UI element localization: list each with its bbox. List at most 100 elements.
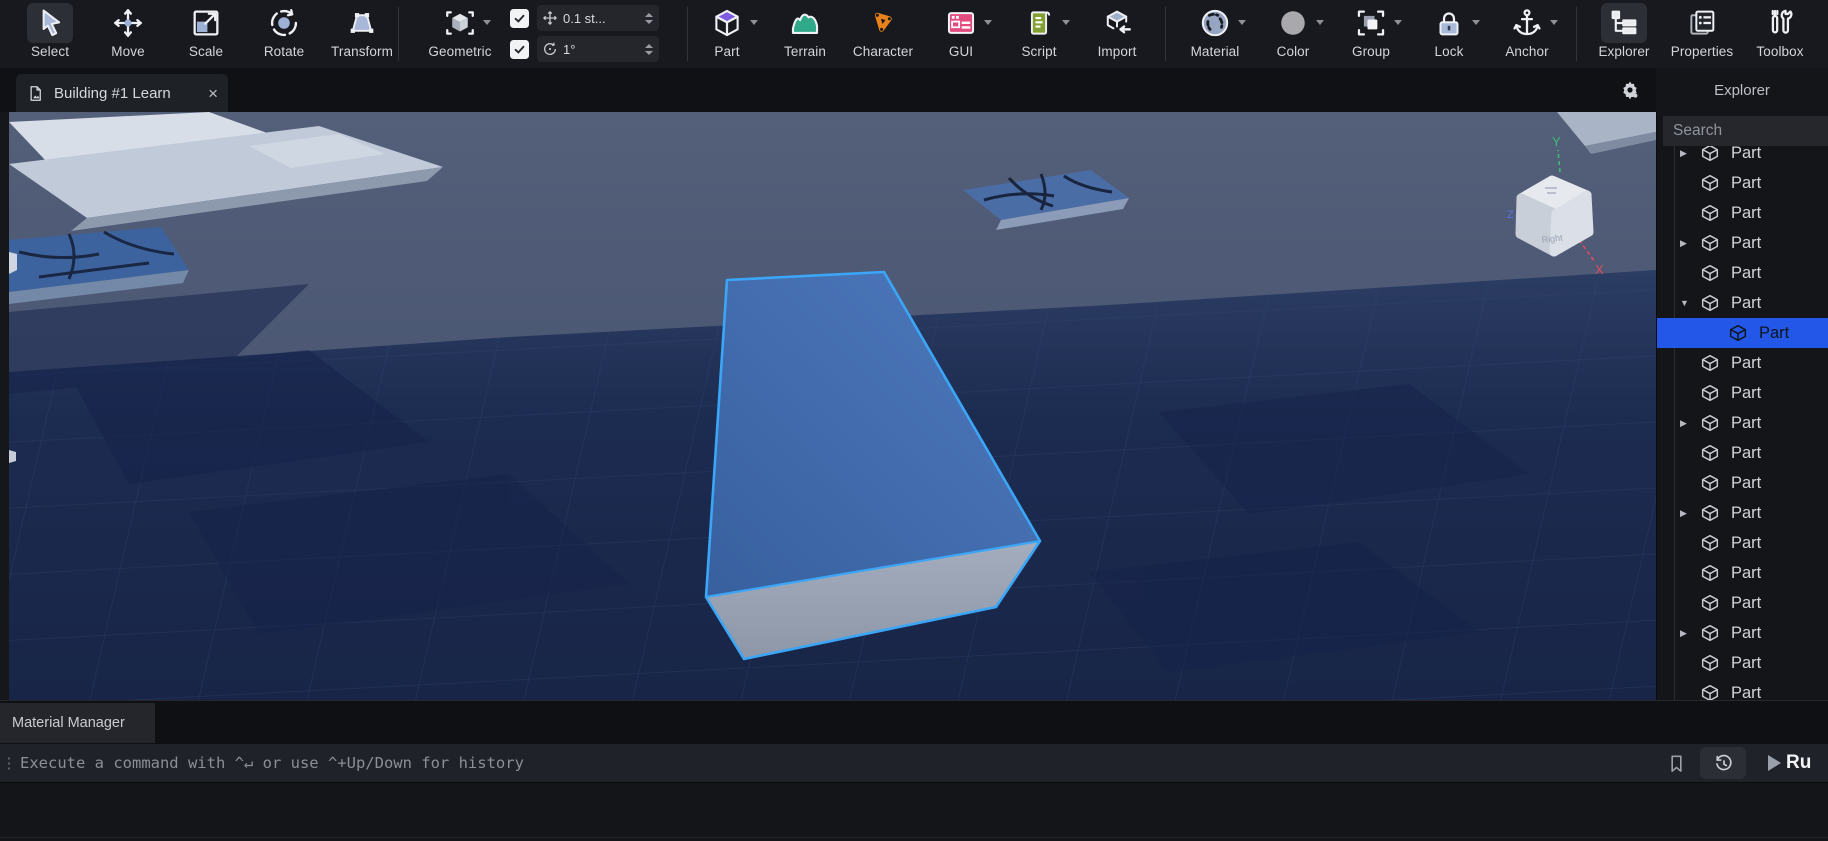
part-cube-icon — [1701, 174, 1719, 192]
chevron-down-icon[interactable] — [1238, 20, 1246, 25]
checkmark-icon — [514, 45, 525, 54]
toolbar-transform-button[interactable]: Transform — [323, 0, 401, 68]
viewport-3d-canvas[interactable]: Y X Z Right — [9, 112, 1656, 700]
part-cube-icon — [1701, 564, 1719, 582]
explorer-item-part[interactable]: ▶ Part — [1657, 408, 1828, 438]
toolbar-material-button[interactable]: Material — [1176, 0, 1254, 68]
part-cube-icon — [1701, 444, 1719, 462]
chevron-down-icon[interactable] — [1550, 20, 1558, 25]
explorer-item-part[interactable]: ▶ Part — [1657, 228, 1828, 258]
toolbar-scale-button[interactable]: Scale — [167, 0, 245, 68]
toolbar-properties-button[interactable]: Properties — [1663, 0, 1741, 68]
toolbar-lock-button[interactable]: Lock — [1410, 0, 1488, 68]
material-manager-tab[interactable]: Material Manager — [0, 703, 155, 743]
geometric-icon — [437, 3, 491, 43]
toolbar-item-label: Anchor — [1505, 44, 1549, 59]
explorer-item-part-selected[interactable]: Part — [1657, 318, 1828, 348]
status-area — [0, 782, 1828, 841]
rotate-snap-checkbox[interactable] — [510, 39, 529, 59]
move-snap-field[interactable]: 0.1 st... — [537, 5, 659, 31]
color-icon — [1270, 3, 1324, 43]
chevron-collapsed-icon[interactable]: ▶ — [1680, 418, 1687, 429]
rotate-snap-stepper[interactable] — [645, 43, 653, 55]
rotate-snap-icon — [544, 42, 557, 55]
chevron-collapsed-icon[interactable]: ▶ — [1680, 148, 1687, 159]
toolbar-select-button[interactable]: Select — [11, 0, 89, 68]
rotate-snap-value: 1° — [563, 41, 576, 57]
toolbar-character-button[interactable]: Character — [844, 0, 922, 68]
explorer-item-part[interactable]: Part — [1657, 198, 1828, 228]
move-snap-stepper[interactable] — [645, 12, 653, 24]
toolbar-item-label: Properties — [1670, 44, 1734, 59]
explorer-item-part[interactable]: Part — [1657, 678, 1828, 700]
toolbar-import-button[interactable]: Import — [1078, 0, 1156, 68]
chevron-collapsed-icon[interactable]: ▶ — [1680, 508, 1687, 519]
chevron-down-icon[interactable] — [1316, 20, 1324, 25]
chevron-down-icon[interactable] — [984, 20, 992, 25]
toolbar-terrain-button[interactable]: Terrain — [766, 0, 844, 68]
explorer-item-part[interactable]: Part — [1657, 348, 1828, 378]
explorer-item-part[interactable]: Part — [1657, 528, 1828, 558]
tab-close-icon[interactable]: × — [208, 85, 218, 102]
toolbar-explorer-button[interactable]: Explorer — [1585, 0, 1663, 68]
toolbar-item-label: Lock — [1434, 44, 1464, 59]
material-icon — [1192, 3, 1246, 43]
chevron-down-icon[interactable] — [1472, 20, 1480, 25]
toolbar-group-1: Geometric — [415, 0, 505, 68]
explorer-panel: ▶ Part Part Part ▶ Part Part ▼ Part Part Part Part ▶… — [1656, 112, 1828, 700]
toolbar-move-button[interactable]: Move — [89, 0, 167, 68]
command-input[interactable] — [18, 753, 1656, 773]
bookmark-button[interactable] — [1656, 747, 1696, 779]
toolbar-color-button[interactable]: Color — [1254, 0, 1332, 68]
explorer-item-part[interactable]: ▼ Part — [1657, 288, 1828, 318]
explorer-item-part[interactable]: Part — [1657, 468, 1828, 498]
chevron-down-icon[interactable] — [1394, 20, 1402, 25]
toolbar-toolbox-button[interactable]: Toolbox — [1741, 0, 1819, 68]
explorer-search[interactable] — [1663, 116, 1828, 146]
rotate-snap-field[interactable]: 1° — [537, 36, 659, 62]
explorer-item-part[interactable]: ▶ Part — [1657, 618, 1828, 648]
part-cube-icon — [1701, 414, 1719, 432]
toolbar-part-button[interactable]: Part — [688, 0, 766, 68]
rotate-icon — [261, 3, 307, 43]
history-button[interactable] — [1700, 747, 1746, 779]
explorer-item-part[interactable]: Part — [1657, 258, 1828, 288]
part-cube-icon — [1701, 504, 1719, 522]
command-bar-grip[interactable]: ⋮ — [0, 754, 18, 772]
explorer-search-input[interactable] — [1663, 122, 1828, 140]
part-cube-icon — [1729, 324, 1747, 342]
chevron-collapsed-icon[interactable]: ▶ — [1680, 238, 1687, 249]
explorer-item-part[interactable]: Part — [1657, 558, 1828, 588]
chevron-down-icon[interactable] — [1062, 20, 1070, 25]
place-document-icon — [30, 85, 41, 101]
toolbar-item-label: Import — [1097, 44, 1137, 59]
toolbar-group-4: Explorer Properties Toolbox — [1585, 0, 1819, 68]
toolbar-geometric-button[interactable]: Geometric — [415, 0, 505, 68]
part-cube-icon — [1701, 384, 1719, 402]
move-snap-checkbox[interactable] — [510, 8, 529, 28]
explorer-item-label: Part — [1731, 503, 1762, 522]
part-cube-icon — [1701, 354, 1719, 372]
explorer-item-part[interactable]: Part — [1657, 168, 1828, 198]
part-icon — [704, 3, 758, 43]
chevron-expanded-icon[interactable]: ▼ — [1680, 298, 1689, 308]
toolbar-script-button[interactable]: Script — [1000, 0, 1078, 68]
toolbar-separator — [1165, 7, 1166, 61]
toolbar-rotate-button[interactable]: Rotate — [245, 0, 323, 68]
toolbar-anchor-button[interactable]: Anchor — [1488, 0, 1566, 68]
toolbar-item-label: Script — [1021, 44, 1057, 59]
explorer-item-part[interactable]: Part — [1657, 648, 1828, 678]
chevron-down-icon[interactable] — [750, 20, 758, 25]
gui-icon — [938, 3, 992, 43]
chevron-down-icon[interactable] — [483, 20, 491, 25]
explorer-item-part[interactable]: Part — [1657, 378, 1828, 408]
tab-building-1-learn[interactable]: Building #1 Learn × — [16, 74, 228, 112]
explorer-item-part[interactable]: Part — [1657, 588, 1828, 618]
run-button[interactable]: Ru — [1768, 752, 1828, 774]
chevron-collapsed-icon[interactable]: ▶ — [1680, 628, 1687, 639]
tab-options-button[interactable] — [1618, 78, 1644, 104]
explorer-item-part[interactable]: Part — [1657, 438, 1828, 468]
toolbar-gui-button[interactable]: GUI — [922, 0, 1000, 68]
explorer-item-part[interactable]: ▶ Part — [1657, 498, 1828, 528]
toolbar-group-button[interactable]: Group — [1332, 0, 1410, 68]
